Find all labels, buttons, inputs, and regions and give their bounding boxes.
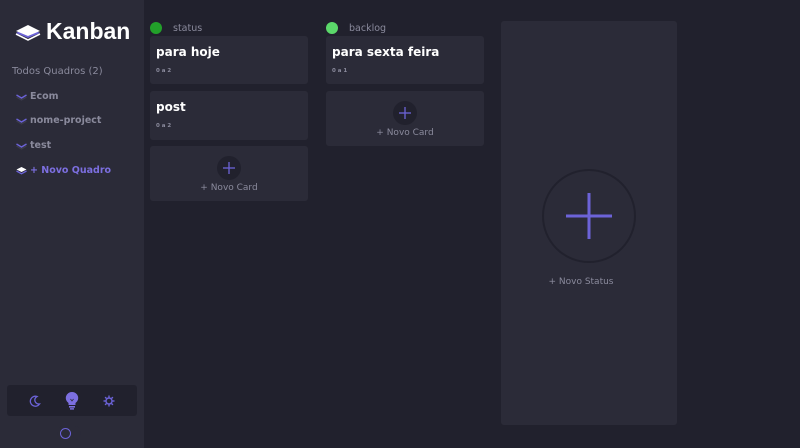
card-title: para hoje [156, 45, 220, 59]
column-header-status: status [150, 22, 202, 34]
board-item-ecom[interactable]: Ecom [16, 84, 111, 109]
card-subtasks: 0 a 2 [156, 123, 172, 129]
card-para-hoje[interactable]: para hoje 0 a 2 [150, 36, 308, 84]
boards-heading: Todos Quadros (2) [12, 66, 103, 77]
new-card-button-status[interactable]: + Novo Card [150, 146, 308, 201]
new-board-label: + Novo Quadro [30, 164, 112, 176]
new-card-button-backlog[interactable]: + Novo Card [326, 91, 484, 146]
sidebar: Kanban Todos Quadros (2) Ecom nome-proje… [0, 0, 144, 448]
plus-icon [566, 193, 612, 239]
card-para-sexta-feira[interactable]: para sexta feira 0 a 1 [326, 36, 484, 84]
board-item-nome-project[interactable]: nome-project [16, 109, 111, 134]
new-board-icon [16, 166, 27, 175]
app-title: Kanban [46, 18, 131, 44]
dark-theme-button[interactable] [24, 390, 46, 412]
kanban-logo-icon [15, 24, 41, 41]
add-card-icon [217, 156, 241, 180]
moon-icon [30, 395, 42, 407]
column-header-backlog: backlog [326, 22, 386, 34]
board-item-label: Ecom [30, 90, 59, 102]
board-icon [16, 118, 27, 126]
system-theme-button[interactable] [98, 390, 120, 412]
board-list: Ecom nome-project test + Novo Quadro [16, 84, 111, 182]
new-card-label: + Novo Card [376, 128, 434, 138]
new-status-label: + Novo Status [548, 277, 614, 287]
gear-icon [103, 395, 115, 406]
board-item-test[interactable]: test [16, 133, 111, 158]
card-title: para sexta feira [332, 45, 440, 59]
status-dot [326, 22, 338, 34]
add-status-icon [542, 169, 636, 263]
board-icon [16, 94, 27, 101]
plus-icon [399, 107, 411, 119]
new-status-button[interactable]: + Novo Status [501, 21, 677, 425]
board-item-label: test [30, 139, 52, 151]
new-card-label: + Novo Card [200, 183, 258, 193]
card-post[interactable]: post 0 a 2 [150, 91, 308, 140]
light-theme-button[interactable] [61, 390, 83, 412]
lightbulb-icon [65, 391, 79, 410]
board-item-label: nome-project [30, 115, 102, 127]
card-title: post [156, 100, 186, 114]
card-subtasks: 0 a 2 [156, 68, 172, 74]
card-subtasks: 0 a 1 [332, 68, 348, 74]
board-icon [16, 143, 27, 150]
brand: Kanban [15, 18, 130, 45]
toggle-knob [60, 427, 71, 439]
sidebar-toggle[interactable] [57, 426, 81, 440]
status-dot [150, 22, 162, 34]
add-card-icon [393, 101, 417, 125]
new-board-button[interactable]: + Novo Quadro [16, 158, 111, 183]
theme-panel [7, 385, 137, 416]
column-title: backlog [349, 22, 387, 34]
plus-icon [223, 162, 235, 174]
column-title: status [173, 22, 203, 34]
